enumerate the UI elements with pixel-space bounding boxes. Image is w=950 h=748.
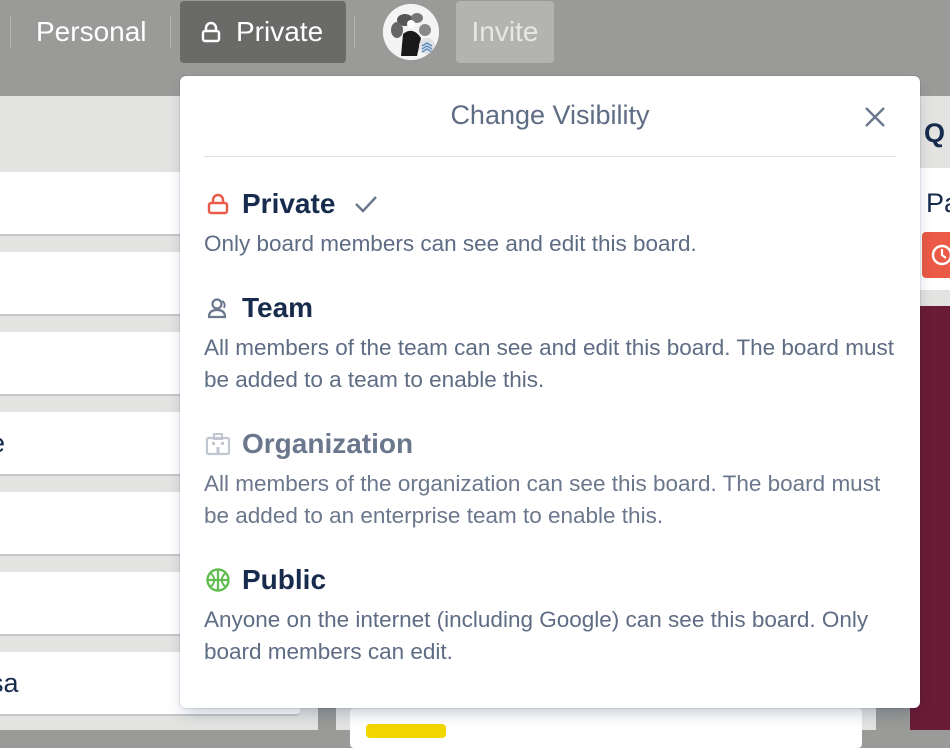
personal-team-label: Personal (36, 16, 147, 47)
option-description: All members of the organization can see … (204, 471, 881, 528)
invite-label: Invite (471, 16, 539, 47)
checkmark-icon (353, 191, 379, 217)
visibility-label: Private (236, 16, 324, 47)
clock-icon (931, 244, 950, 266)
visibility-option-organization[interactable]: Organization All members of the organiza… (204, 426, 904, 532)
option-name: Team (242, 292, 314, 323)
lock-icon (204, 190, 232, 218)
list-title: Q (924, 118, 946, 148)
visibility-button[interactable]: Private (180, 1, 346, 63)
member-avatar[interactable] (383, 4, 439, 60)
team-icon (204, 294, 232, 322)
card-label-yellow (366, 724, 446, 738)
header-divider (10, 16, 11, 48)
option-description: Anyone on the internet (including Google… (204, 607, 869, 664)
close-icon (865, 107, 885, 127)
card-title: Pa (926, 188, 950, 218)
option-name: Organization (242, 428, 414, 459)
close-button[interactable] (860, 102, 890, 132)
popover-title: Change Visibility (450, 100, 650, 130)
option-description: Only board members can see and edit this… (204, 231, 697, 256)
organization-icon (204, 430, 232, 458)
popover-divider (204, 156, 896, 157)
visibility-option-team[interactable]: Team All members of the team can see and… (204, 290, 904, 396)
visibility-option-public[interactable]: Public Anyone on the internet (including… (204, 562, 904, 668)
header-divider (354, 16, 355, 48)
card-title: sa (0, 667, 19, 698)
card-title: e (0, 428, 5, 459)
lock-icon (201, 21, 221, 43)
header-divider (170, 16, 171, 48)
board-header: Personal Private Invite (0, 0, 950, 80)
personal-team-button[interactable]: Personal (22, 1, 161, 63)
visibility-option-private[interactable]: Private Only board members can see and e… (204, 186, 904, 260)
option-name: Public (242, 564, 327, 595)
change-visibility-popover: Change Visibility Private Only board mem… (180, 76, 920, 708)
globe-icon (204, 566, 232, 594)
due-date-badge (922, 232, 950, 278)
option-name: Private (242, 188, 336, 219)
admin-chevrons-icon (419, 38, 435, 54)
invite-button[interactable]: Invite (456, 1, 554, 63)
option-description: All members of the team can see and edit… (204, 335, 894, 392)
